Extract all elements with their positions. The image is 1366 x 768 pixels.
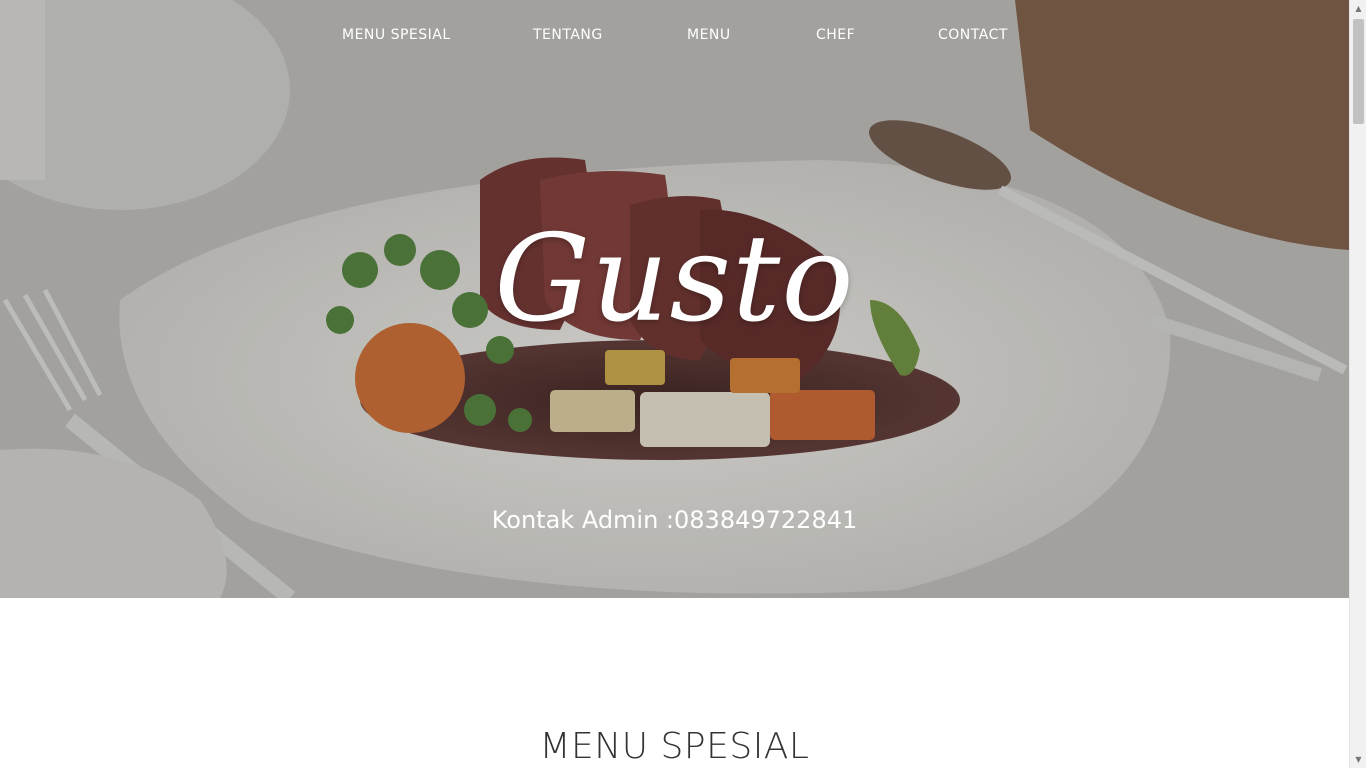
scroll-down-icon[interactable]: ▼ [1350,751,1366,768]
hero-section: MENU SPESIAL TENTANG MENU CHEF CONTACT G… [0,0,1349,598]
nav-item-menu-spesial[interactable]: MENU SPESIAL [342,27,451,43]
scroll-up-icon[interactable]: ▲ [1350,0,1366,17]
page-scrollbar[interactable]: ▲ ▼ [1349,0,1366,768]
admin-contact-text: Kontak Admin :083849722841 [491,506,858,534]
scrollbar-thumb[interactable] [1353,19,1364,124]
main-navigation: MENU SPESIAL TENTANG MENU CHEF CONTACT [0,27,1349,49]
nav-item-tentang[interactable]: TENTANG [533,27,603,43]
brand-logo-text: Gusto [494,210,855,349]
nav-item-menu[interactable]: MENU [687,27,731,43]
nav-item-chef[interactable]: CHEF [816,27,855,43]
nav-item-contact[interactable]: CONTACT [938,27,1008,43]
section-title-menu-spesial: MENU SPESIAL [539,726,810,767]
